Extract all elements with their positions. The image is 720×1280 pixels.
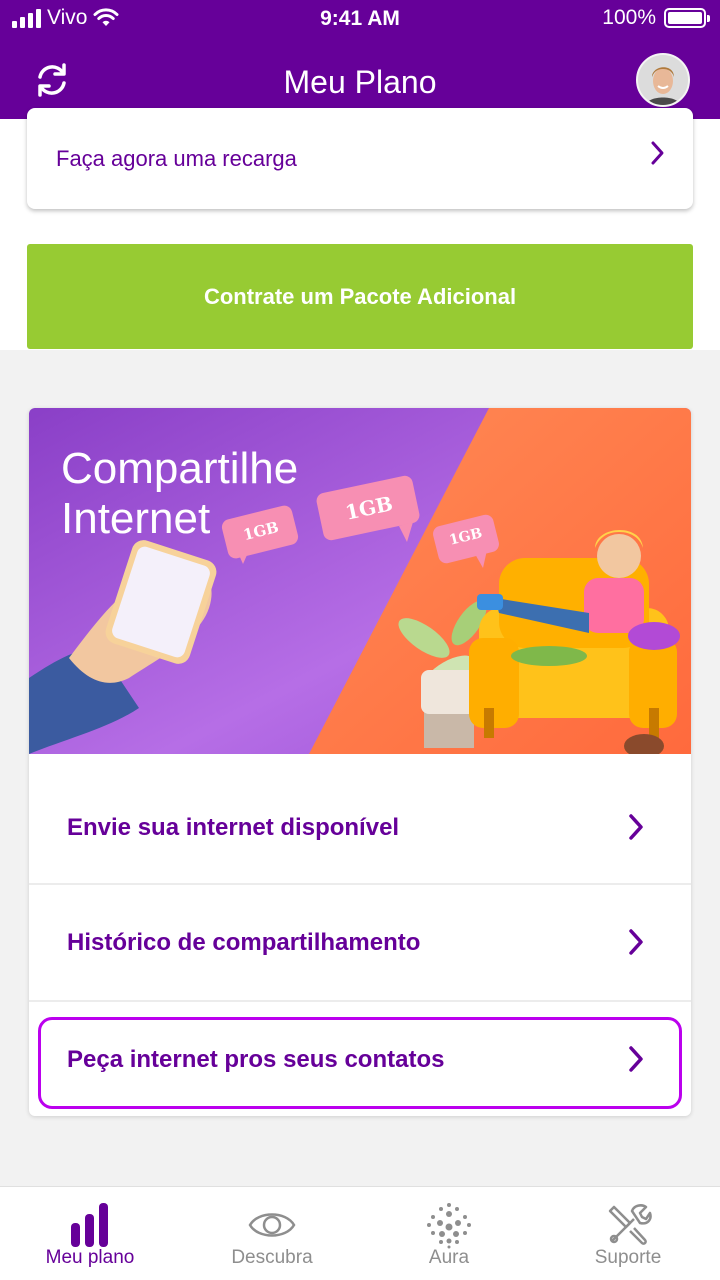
compartilhe-banner: Compartilhe Internet 1GB 1GB 1GB [29,408,691,754]
bottom-nav: Meu plano Descubra Aura Suporte [0,1186,720,1280]
nav-label: Meu plano [45,1247,135,1268]
chevron-right-icon [651,141,664,165]
status-bar: Vivo 9:41 AM 100% [0,0,720,40]
nav-label: Descubra [231,1247,313,1268]
nav-suporte[interactable]: Suporte [538,1187,718,1280]
nav-aura[interactable]: Aura [359,1187,539,1280]
compartilhe-internet-card: Compartilhe Internet 1GB 1GB 1GB Envie s… [29,408,691,1116]
eye-icon [248,1213,296,1237]
nav-label: Aura [428,1247,470,1268]
battery-icon [664,8,710,28]
peca-internet-item[interactable]: Peça internet pros seus contatos [29,1002,691,1116]
nav-label: Suporte [594,1247,662,1268]
avatar[interactable] [636,53,690,107]
recarga-card[interactable]: Faça agora uma recarga [27,108,693,209]
tools-icon [608,1204,652,1245]
historico-label: Histórico de compartilhamento [67,929,421,956]
chevron-right-icon [629,929,643,955]
historico-item[interactable]: Histórico de compartilhamento [29,885,691,1001]
banner-title: Compartilhe Internet [61,444,299,543]
chevron-right-icon [629,814,643,840]
dots-sphere-icon [427,1203,471,1249]
envie-internet-item[interactable]: Envie sua internet disponível [29,770,691,886]
nav-descubra[interactable]: Descubra [182,1187,362,1280]
bar-chart-icon [71,1203,108,1247]
chevron-right-icon [629,1046,643,1072]
page-title: Meu Plano [283,64,437,100]
contratar-pacote-button[interactable]: Contrate um Pacote Adicional [27,244,693,349]
recarga-label: Faça agora uma recarga [56,146,297,171]
peca-internet-label: Peça internet pros seus contatos [67,1046,445,1073]
nav-meu-plano[interactable]: Meu plano [0,1187,180,1280]
envie-internet-label: Envie sua internet disponível [67,814,400,841]
battery-percent: 100% [602,6,656,29]
status-right: 100% [602,6,710,30]
user-photo [638,55,688,105]
